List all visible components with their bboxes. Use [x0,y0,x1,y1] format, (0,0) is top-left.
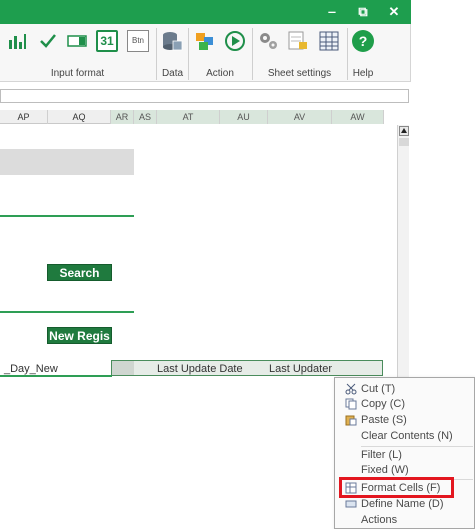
menu-item-label: Copy (C) [361,398,406,410]
scroll-thumb[interactable] [399,138,409,146]
menu-item-cut[interactable]: Cut (T) [335,381,474,397]
button-control-icon[interactable]: Btn [127,30,149,52]
menu-item-filter[interactable]: Filter (L) [335,447,474,463]
minimize-button[interactable]: ‒ [317,0,347,24]
close-button[interactable]: ✕ [379,0,409,24]
menu-item-label: Actions [361,514,398,526]
context-menu: Cut (T) Copy (C) Paste (S) Clear Content… [334,377,475,529]
copy-icon [345,398,357,410]
menu-item-label: Define Name (D) [361,498,444,510]
column-header[interactable]: AU [220,110,268,124]
menu-item-paste[interactable]: Paste (S) [335,412,474,428]
section-divider [0,375,112,377]
menu-item-copy[interactable]: Copy (C) [335,396,474,412]
menu-item-label: Fixed (W) [361,464,409,476]
title-bar: ‒ ⧉ ✕ [0,0,411,24]
vertical-scrollbar[interactable] [397,125,409,378]
column-header[interactable]: AV [268,110,332,124]
gears-icon[interactable] [257,30,279,52]
menu-item-label: Cut (T) [361,383,396,395]
checkbox-icon[interactable] [37,30,59,52]
group-label-action: Action [206,68,234,79]
column-header[interactable]: AT [157,110,220,124]
table-header-cell [112,361,134,375]
table-header-row [111,360,383,376]
menu-item-label: Paste (S) [361,414,407,426]
column-header-row: AP AQ AR AS AT AU AV AW [0,110,384,124]
section-divider [0,215,134,217]
column-header[interactable]: AR [111,110,134,124]
column-header[interactable]: AS [134,110,157,124]
group-label-help: Help [352,68,374,79]
menu-item-define-name[interactable]: Define Name (D) [335,496,474,512]
grid-icon[interactable] [318,30,340,52]
gray-band [0,149,134,175]
ribbon: 31 Btn Input format Data Action Sheet se… [0,24,411,82]
menu-item-label: Filter (L) [361,449,402,461]
column-header[interactable]: AW [332,110,384,124]
search-button[interactable]: Search [47,264,112,281]
table-header-cell[interactable]: Last Updater [269,362,332,376]
paste-icon [345,415,357,426]
sheet-grid[interactable]: Search New Regis _Day_New Last Update Da… [0,125,384,378]
help-icon[interactable]: ? [352,30,374,52]
highlight-box [339,477,454,498]
database-icon[interactable] [161,30,183,52]
sheet-lock-icon[interactable] [287,30,309,52]
scissors-icon [345,383,357,395]
column-header[interactable]: AP [0,110,48,124]
chart-icon[interactable] [6,30,28,52]
group-label-data: Data [161,68,184,79]
triangle-up-icon [401,128,407,133]
calendar-icon[interactable]: 31 [96,30,118,52]
group-label-input-format: Input format [50,68,105,79]
combobox-icon[interactable] [66,30,88,52]
restore-button[interactable]: ⧉ [348,0,378,24]
table-header-cell[interactable]: Last Update Date [157,362,243,376]
scroll-up-button[interactable] [399,126,409,136]
formula-bar[interactable] [0,89,409,103]
column-header[interactable]: AQ [48,110,111,124]
run-icon[interactable] [224,30,246,52]
new-register-button[interactable]: New Regis [47,327,112,344]
table-cell[interactable]: _Day_New [4,362,58,376]
group-label-sheet-settings: Sheet settings [267,68,332,79]
menu-item-clear-contents[interactable]: Clear Contents (N) [335,428,474,444]
menu-item-actions[interactable]: Actions [335,512,474,528]
define-name-icon [345,500,357,508]
menu-item-label: Clear Contents (N) [361,430,453,442]
menu-item-fixed[interactable]: Fixed (W) [335,462,474,478]
section-divider [0,311,134,313]
blocks-icon[interactable] [194,30,216,52]
